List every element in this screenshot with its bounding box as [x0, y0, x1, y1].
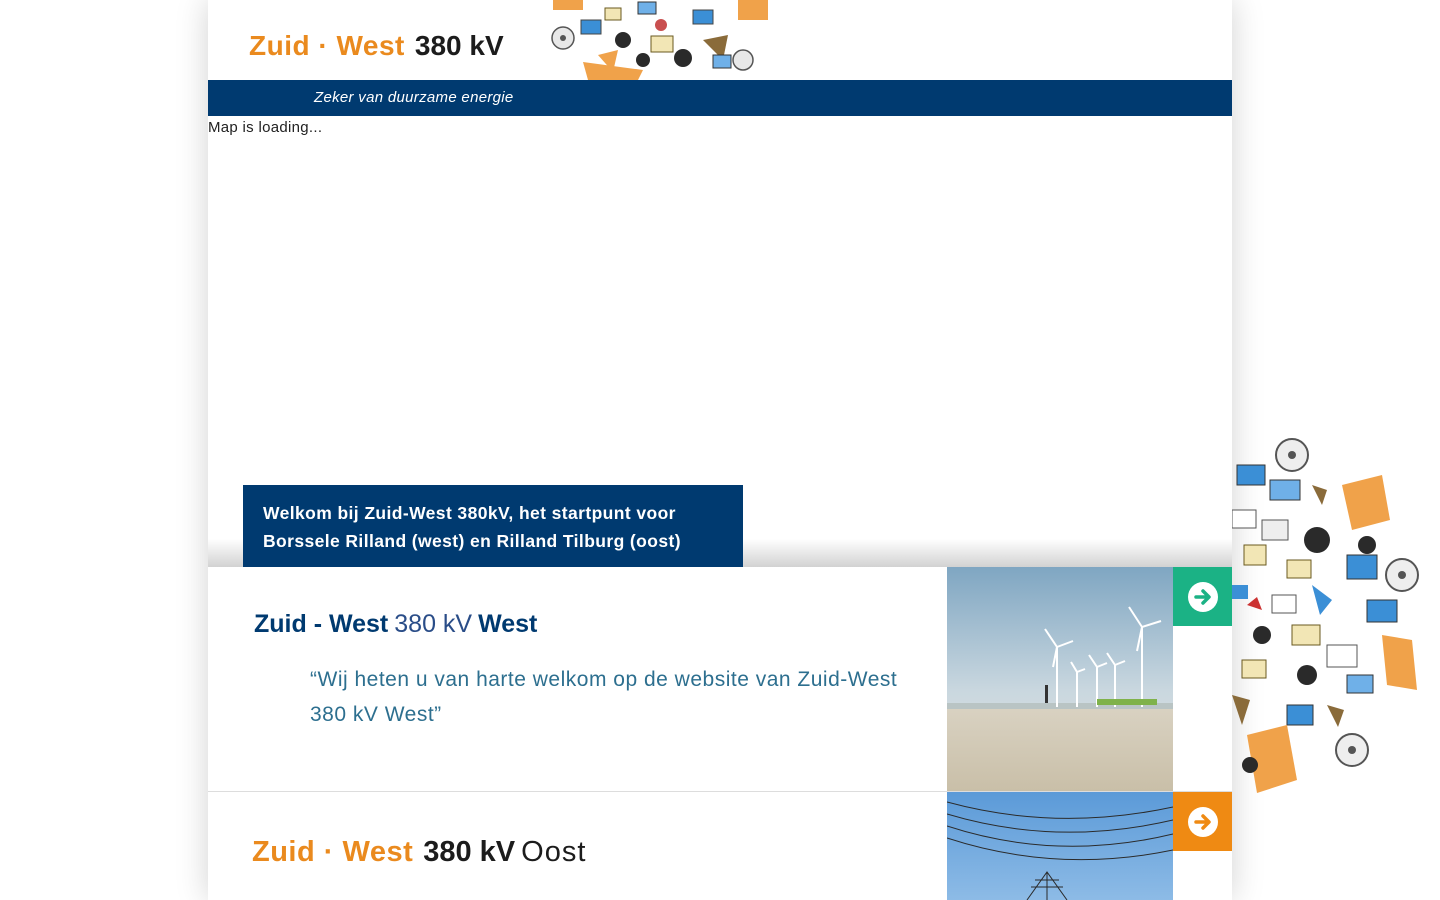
west-title-west: West — [478, 610, 538, 638]
oost-title-380kv: 380 kV — [423, 836, 516, 868]
oost-title-oost: Oost — [521, 836, 587, 868]
section-west[interactable]: Zuid - West 380 kV West “Wij heten u van h… — [208, 567, 1232, 792]
west-title-zuid-west: Zuid - West — [254, 610, 389, 638]
logo-zuid-west: Zuid · West — [249, 30, 405, 61]
welcome-text: Welkom bij Zuid-West 380kV, het startpun… — [263, 503, 681, 551]
power-pylon-photo — [947, 792, 1173, 900]
west-title-380kv: 380 kV — [394, 610, 473, 638]
site-tagline: Zeker van duurzame energie — [314, 89, 514, 106]
section-oost[interactable]: Zuid · West 380 kV Oost — [208, 792, 1232, 900]
map-area[interactable]: Map is loading... Welkom bij Zuid-West 3… — [208, 116, 1232, 567]
oost-title-zuid-west: Zuid · West — [252, 836, 414, 868]
site-header: Zuid · West 380 kV — [208, 0, 1232, 80]
appliance-collage-illustration — [551, 0, 768, 80]
oost-arrow-button[interactable] — [1173, 792, 1232, 851]
site-logo[interactable]: Zuid · West 380 kV — [249, 30, 504, 70]
logo-380kv: 380 kV — [414, 30, 504, 61]
oost-logo-title: Zuid · West 380 kV Oost — [252, 836, 586, 869]
page-container: Zuid · West 380 kV Zeker van duurzame en… — [208, 0, 1232, 900]
west-logo-title: Zuid - West 380 kV West — [254, 610, 537, 639]
arrow-right-circle-icon — [1187, 806, 1218, 837]
appliance-collage-decoration — [1232, 438, 1419, 793]
wind-turbines-beach-photo — [947, 567, 1173, 791]
map-loading-text: Map is loading... — [208, 119, 323, 136]
tagline-bar: Zeker van duurzame energie — [208, 80, 1232, 116]
west-arrow-button[interactable] — [1173, 567, 1232, 626]
arrow-right-circle-icon — [1187, 581, 1218, 612]
west-quote: “Wij heten u van harte welkom op de webs… — [310, 668, 898, 726]
welcome-box: Welkom bij Zuid-West 380kV, het startpun… — [243, 485, 743, 567]
